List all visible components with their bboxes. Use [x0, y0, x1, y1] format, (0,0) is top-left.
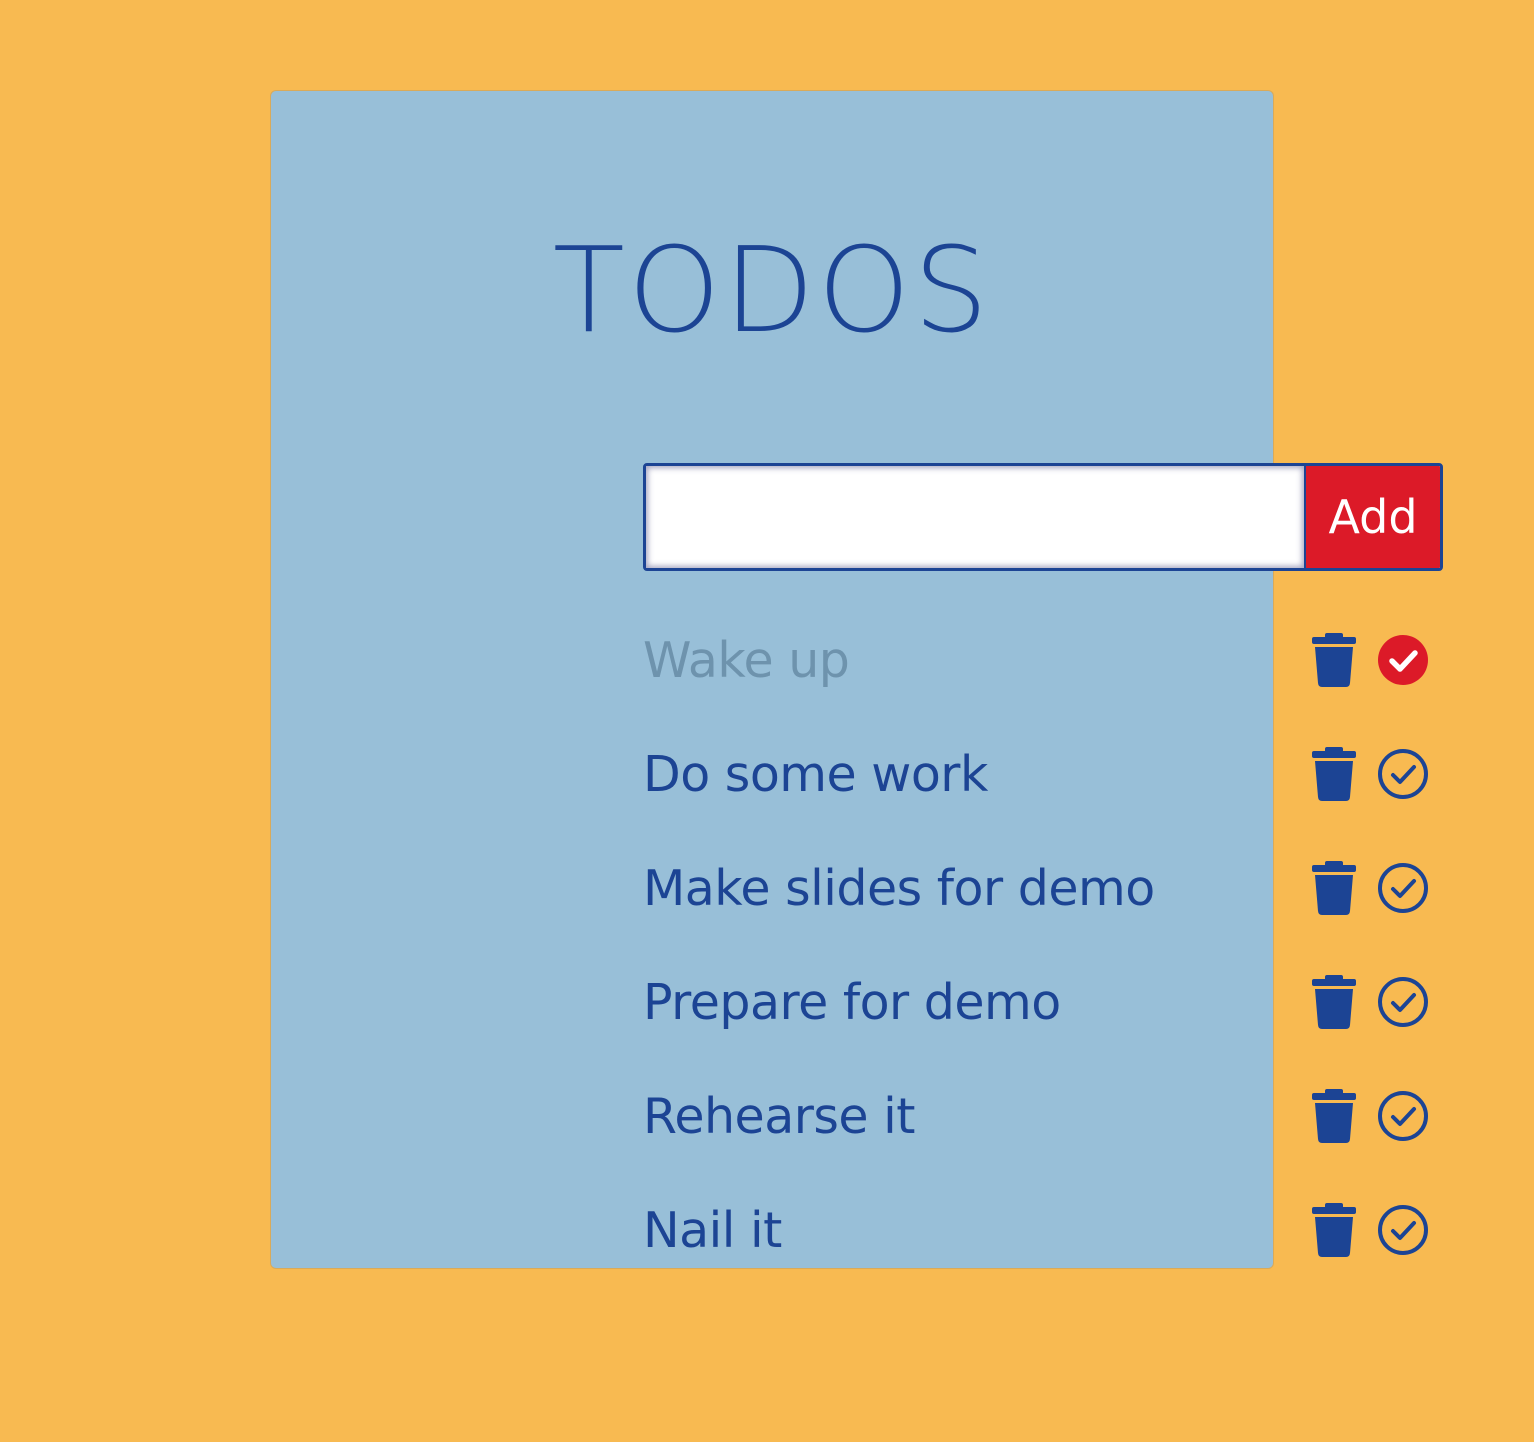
- todo-text[interactable]: Wake up: [643, 632, 850, 689]
- check-circle-icon[interactable]: [1377, 748, 1429, 800]
- todo-text[interactable]: Rehearse it: [643, 1088, 915, 1145]
- todo-actions: [1311, 1089, 1429, 1143]
- todo-list: Wake up Do some work Make slides for dem…: [643, 603, 1443, 1287]
- trash-icon[interactable]: [1311, 747, 1357, 801]
- todo-actions: [1311, 975, 1429, 1029]
- check-circle-icon[interactable]: [1377, 634, 1429, 686]
- todo-text[interactable]: Do some work: [643, 746, 988, 803]
- todo-input[interactable]: [646, 466, 1304, 568]
- todo-card: TODOS Add Wake up Do some work Make slid…: [271, 91, 1443, 1268]
- todo-actions: [1311, 747, 1429, 801]
- trash-icon[interactable]: [1311, 1203, 1357, 1257]
- check-circle-icon[interactable]: [1377, 1090, 1429, 1142]
- todo-actions: [1311, 861, 1429, 915]
- add-button[interactable]: Add: [1304, 466, 1440, 568]
- page-title: TODOS: [552, 221, 992, 359]
- todo-item: Nail it: [643, 1173, 1443, 1287]
- todo-text[interactable]: Prepare for demo: [643, 974, 1061, 1031]
- trash-icon[interactable]: [1311, 861, 1357, 915]
- trash-icon[interactable]: [1311, 633, 1357, 687]
- trash-icon[interactable]: [1311, 1089, 1357, 1143]
- todo-item: Rehearse it: [643, 1059, 1443, 1173]
- check-circle-icon[interactable]: [1377, 1204, 1429, 1256]
- todo-actions: [1311, 1203, 1429, 1257]
- check-circle-icon[interactable]: [1377, 862, 1429, 914]
- trash-icon[interactable]: [1311, 975, 1357, 1029]
- todo-item: Make slides for demo: [643, 831, 1443, 945]
- check-circle-icon[interactable]: [1377, 976, 1429, 1028]
- add-todo-form: Add: [643, 463, 1443, 571]
- todo-item: Do some work: [643, 717, 1443, 831]
- todo-actions: [1311, 633, 1429, 687]
- todo-text[interactable]: Make slides for demo: [643, 860, 1155, 917]
- todo-item: Wake up: [643, 603, 1443, 717]
- todo-text[interactable]: Nail it: [643, 1202, 782, 1259]
- todo-item: Prepare for demo: [643, 945, 1443, 1059]
